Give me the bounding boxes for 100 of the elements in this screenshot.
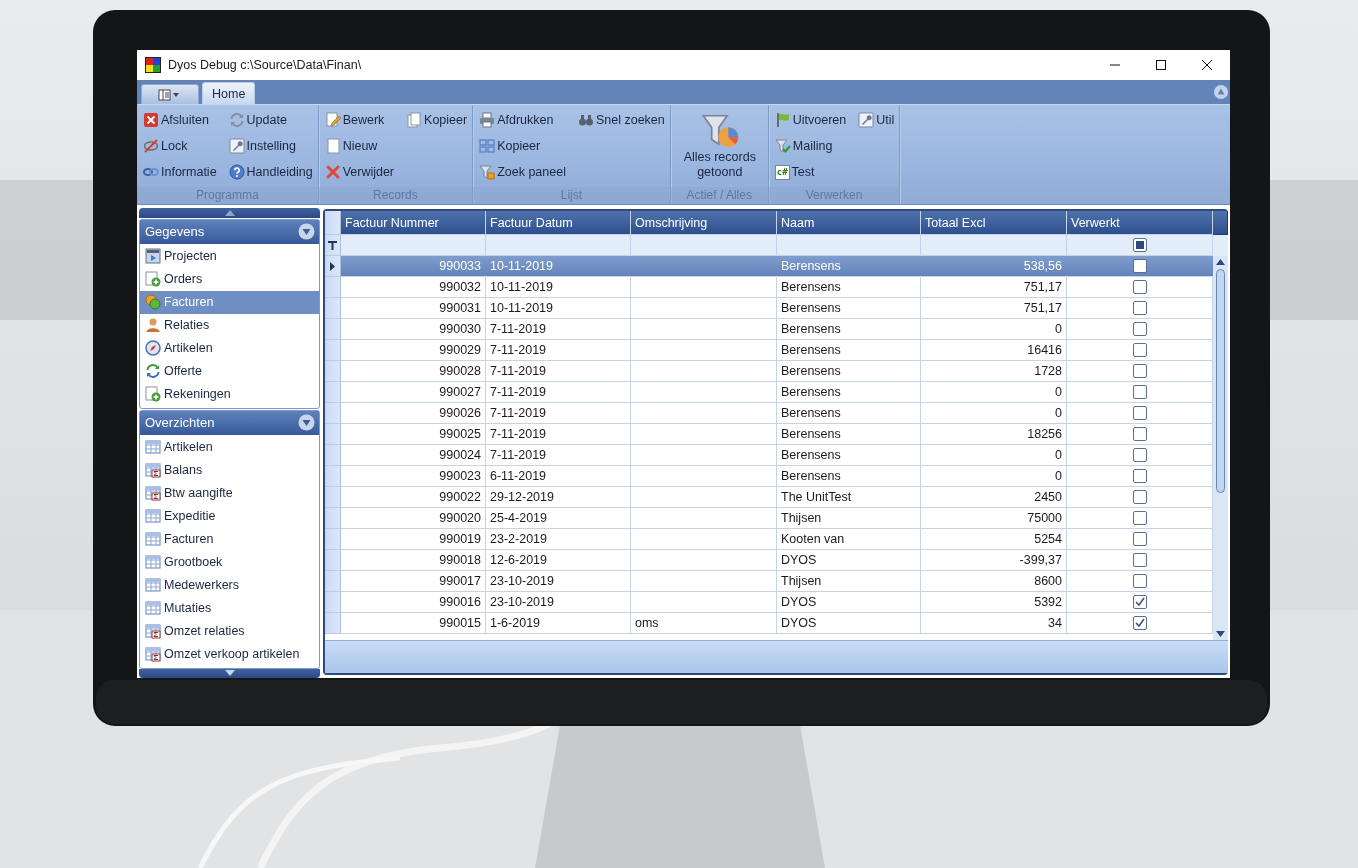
down-arrow-icon[interactable]: [1216, 631, 1225, 637]
nav-item[interactable]: Grootboek: [140, 550, 319, 574]
table-cell: 990015: [439, 616, 481, 630]
ribbon-button[interactable]: Afsluiten: [143, 107, 217, 133]
nav-item[interactable]: Btw aangifte: [140, 481, 319, 505]
checkbox[interactable]: [1132, 322, 1147, 336]
binoculars-icon: [577, 112, 594, 128]
close-icon: [1201, 59, 1213, 71]
page-icon: [324, 138, 341, 154]
nav-item[interactable]: Medewerkers: [140, 573, 319, 597]
nav-item[interactable]: Orders: [140, 267, 319, 291]
ribbon-tab[interactable]: Home: [202, 82, 256, 104]
nav-item[interactable]: Rekeningen: [140, 382, 319, 406]
checkbox[interactable]: [1132, 406, 1147, 420]
ribbon-button[interactable]: Bewerk: [324, 107, 395, 133]
checkbox[interactable]: [1132, 595, 1147, 609]
ribbon-large-button[interactable]: Alles records getoond: [676, 107, 763, 187]
table-row[interactable]: 990018 12-6-2019 DYOS -399,37: [325, 550, 1213, 571]
checkbox[interactable]: [1132, 616, 1147, 630]
checkbox[interactable]: [1132, 343, 1147, 357]
nav-item[interactable]: Balans: [140, 458, 319, 482]
table-row[interactable]: 990032 10-11-2019 Berensens 751,17: [325, 277, 1213, 298]
checkbox[interactable]: [1132, 427, 1147, 441]
add-page-icon: [145, 271, 161, 287]
checkbox[interactable]: [1132, 448, 1147, 462]
checkbox[interactable]: [1132, 532, 1147, 546]
table-row[interactable]: 990024 7-11-2019 Berensens 0: [325, 445, 1213, 466]
wrench-icon: [858, 112, 875, 128]
nav-item[interactable]: Omzet verkoop artikelen: [140, 642, 319, 666]
sum-table-icon: [145, 623, 161, 639]
checkbox[interactable]: [1132, 280, 1147, 294]
nav-item[interactable]: Relaties: [140, 313, 319, 337]
table-cell: Berensens: [781, 385, 841, 399]
table-row[interactable]: 990019 23-2-2019 Kooten van 5254: [325, 529, 1213, 550]
table-row[interactable]: 990017 23-10-2019 Thijsen 8600: [325, 571, 1213, 592]
collapse-ribbon-button[interactable]: [1214, 85, 1228, 99]
table-row[interactable]: 990023 6-11-2019 Berensens 0: [325, 466, 1213, 487]
table-cell: 990017: [439, 574, 481, 588]
table-row[interactable]: 990030 7-11-2019 Berensens 0: [325, 319, 1213, 340]
scrollbar[interactable]: [1213, 256, 1228, 640]
ribbon-button[interactable]: Verwijder: [324, 159, 395, 185]
table-row[interactable]: 990022 29-12-2019 The UnitTest 2450: [325, 487, 1213, 508]
ribbon-button[interactable]: Update: [228, 107, 313, 133]
section-header[interactable]: Gegevens: [140, 219, 319, 244]
nav-item[interactable]: Omzet relaties: [140, 619, 319, 643]
nav-item[interactable]: Mutaties: [140, 596, 319, 620]
checkbox[interactable]: [1132, 553, 1147, 567]
table-row[interactable]: 990027 7-11-2019 Berensens 0: [325, 382, 1213, 403]
checkbox[interactable]: [1132, 364, 1147, 378]
table-row[interactable]: 990025 7-11-2019 Berensens 18256: [325, 424, 1213, 445]
table-cell: 990025: [439, 427, 481, 441]
ribbon-button[interactable]: Zoek paneel: [479, 159, 566, 185]
table-row[interactable]: 990015 1-6-2019 oms DYOS 34: [325, 613, 1213, 634]
person-icon: [145, 317, 161, 333]
checkbox[interactable]: [1132, 490, 1147, 504]
ribbon-button[interactable]: Afdrukken: [479, 107, 566, 133]
ribbon-button[interactable]: Handleiding: [228, 159, 313, 185]
up-arrow-icon[interactable]: [1216, 259, 1225, 265]
table-cell: 0: [1055, 469, 1062, 483]
table-cell: 990016: [439, 595, 481, 609]
section-header[interactable]: Overzichten: [140, 410, 319, 435]
ribbon-button[interactable]: c# Test: [774, 159, 847, 185]
table-row[interactable]: 990029 7-11-2019 Berensens 16416: [325, 340, 1213, 361]
ribbon-button[interactable]: Uitvoeren: [774, 107, 847, 133]
nav-item[interactable]: Expeditie: [140, 504, 319, 528]
ribbon-button[interactable]: Informatie: [143, 159, 217, 185]
ribbon-button[interactable]: Nieuw: [324, 133, 395, 159]
table-cell: DYOS: [781, 595, 817, 609]
filter-checkbox[interactable]: [1132, 238, 1147, 252]
nav-item[interactable]: Artikelen: [140, 435, 319, 459]
checkbox[interactable]: [1132, 301, 1147, 315]
nav-item[interactable]: Facturen: [140, 527, 319, 551]
ribbon-button[interactable]: Mailing: [774, 133, 847, 159]
table-icon: [145, 439, 161, 455]
table-row[interactable]: 990016 23-10-2019 DYOS 5392: [325, 592, 1213, 613]
table-row[interactable]: 990031 10-11-2019 Berensens 751,17: [325, 298, 1213, 319]
wrench-icon: [228, 138, 245, 154]
checkbox[interactable]: [1132, 259, 1147, 273]
checkbox[interactable]: [1132, 511, 1147, 525]
ribbon-button[interactable]: Kopieer: [479, 133, 566, 159]
nav-item[interactable]: Offerte: [140, 359, 319, 383]
ribbon-button[interactable]: Util: [858, 107, 895, 133]
filter-icon: [328, 240, 337, 250]
nav-item[interactable]: Artikelen: [140, 336, 319, 360]
checkbox[interactable]: [1132, 574, 1147, 588]
scroll-thumb[interactable]: [1216, 269, 1225, 494]
table-row[interactable]: 990026 7-11-2019 Berensens 0: [325, 403, 1213, 424]
ribbon-button[interactable]: Snel zoeken: [577, 107, 665, 133]
ribbon-button[interactable]: Instelling: [228, 133, 313, 159]
checkbox[interactable]: [1132, 469, 1147, 483]
ribbon-button[interactable]: Lock: [143, 133, 217, 159]
table-cell: 7-11-2019: [490, 427, 547, 441]
checkbox[interactable]: [1132, 385, 1147, 399]
table-row[interactable]: 990028 7-11-2019 Berensens 1728: [325, 361, 1213, 382]
table-cell: 25-4-2019: [490, 511, 547, 525]
nav-item[interactable]: Projecten: [140, 244, 319, 268]
application-menu-button[interactable]: [141, 84, 199, 104]
table-row[interactable]: 990020 25-4-2019 Thijsen 75000: [325, 508, 1213, 529]
ribbon-button[interactable]: Kopieer: [406, 107, 468, 133]
scroll-down-button[interactable]: [139, 668, 320, 678]
